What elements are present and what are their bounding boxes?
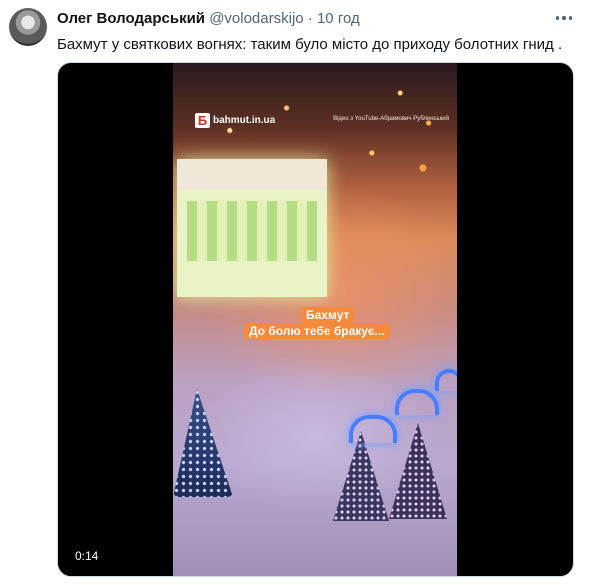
christmas-tree-right	[389, 423, 447, 519]
author-handle[interactable]: @volodarskijo	[209, 10, 303, 27]
christmas-tree-middle	[333, 431, 389, 521]
tweet-text: Бахмут у святкових вогнях: таким було мі…	[57, 36, 563, 53]
author-name[interactable]: Олег Володарський	[57, 10, 205, 27]
separator-dot: ·	[307, 10, 313, 27]
site-logo: Б bahmut.in.ua	[195, 113, 275, 128]
christmas-tree-left	[173, 389, 233, 497]
caption-subtitle: До болю тебе бракує...	[244, 323, 390, 339]
video-duration: 0:14	[75, 549, 99, 563]
avatar[interactable]	[9, 8, 47, 46]
video-frame[interactable]: Б bahmut.in.ua Відео з YouTube-Абрамович…	[173, 63, 457, 576]
caption-title: Бахмут	[301, 307, 355, 323]
light-arch	[435, 369, 457, 391]
video-player[interactable]: Б bahmut.in.ua Відео з YouTube-Абрамович…	[57, 62, 574, 577]
logo-letter: Б	[195, 113, 210, 128]
tweet-header: Олег Володарський @volodarskijo · 10 год	[57, 10, 360, 28]
light-arch	[349, 415, 397, 443]
video-credit: Відео з YouTube-Абрамович Рубленський	[333, 116, 449, 122]
logo-site: bahmut.in.ua	[213, 115, 276, 126]
more-dots-icon[interactable]	[552, 8, 576, 28]
tweet: Олег Володарський @volodarskijo · 10 год…	[0, 0, 589, 585]
lit-building	[177, 159, 327, 297]
light-arch	[395, 389, 439, 415]
timestamp[interactable]: 10 год	[317, 10, 360, 27]
